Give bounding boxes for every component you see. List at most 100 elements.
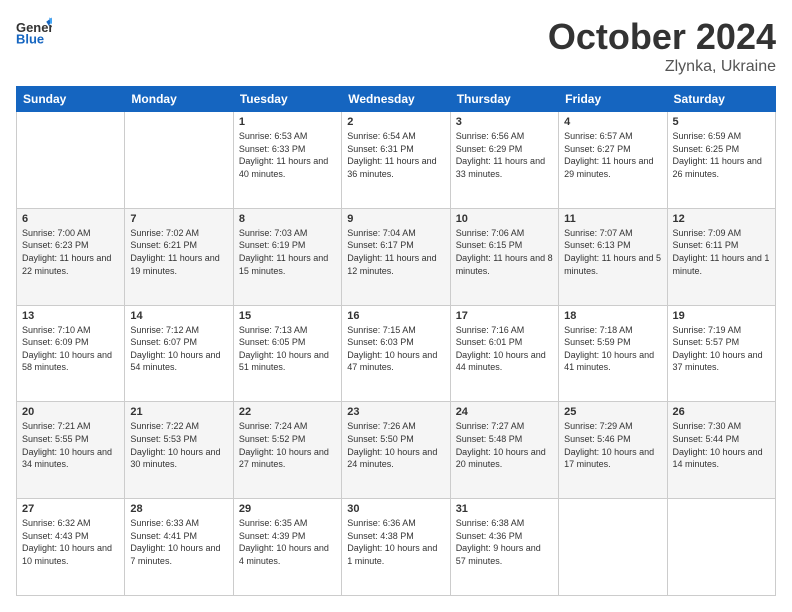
calendar-cell: 25 Sunrise: 7:29 AMSunset: 5:46 PMDayligh…	[559, 402, 667, 499]
cell-info: Sunrise: 7:16 AMSunset: 6:01 PMDaylight:…	[456, 324, 553, 374]
cell-info: Sunrise: 7:26 AMSunset: 5:50 PMDaylight:…	[347, 420, 444, 470]
calendar-cell: 5Sunrise: 6:59 AMSunset: 6:25 PMDaylight…	[667, 112, 775, 209]
calendar-cell: 1 Sunrise: 6:53 AMSunset: 6:33 PMDaylight…	[233, 112, 341, 209]
header: General Blue October 2024 Zlynka, Ukrain…	[16, 16, 776, 76]
cell-info: Sunrise: 7:29 AMSunset: 5:46 PMDaylight:…	[564, 420, 661, 470]
cell-info: Sunrise: 7:21 AMSunset: 5:55 PMDaylight:…	[22, 420, 119, 470]
title-block: October 2024 Zlynka, Ukraine	[548, 16, 776, 76]
cell-info: Sunrise: 7:09 AMSunset: 6:11 PMDaylight:…	[673, 227, 770, 277]
calendar-cell: 13 Sunrise: 7:10 AMSunset: 6:09 PMDayligh…	[17, 305, 125, 402]
day-number: 16	[347, 310, 444, 322]
day-header-wednesday: Wednesday	[342, 87, 450, 112]
day-number: 3	[456, 116, 553, 128]
cell-info: Sunrise: 7:27 AMSunset: 5:48 PMDaylight:…	[456, 420, 553, 470]
day-header-thursday: Thursday	[450, 87, 558, 112]
day-number: 23	[347, 406, 444, 418]
calendar-cell: 7Sunrise: 7:02 AMSunset: 6:21 PMDaylight…	[125, 208, 233, 305]
day-header-monday: Monday	[125, 87, 233, 112]
calendar-cell: 20 Sunrise: 7:21 AMSunset: 5:55 PMDayligh…	[17, 402, 125, 499]
day-number: 20	[22, 406, 119, 418]
calendar-table: SundayMondayTuesdayWednesdayThursdayFrid…	[16, 86, 776, 596]
week-row-2: 13 Sunrise: 7:10 AMSunset: 6:09 PMDayligh…	[17, 305, 776, 402]
cell-info: Sunrise: 6:56 AMSunset: 6:29 PMDaylight:…	[456, 130, 553, 180]
day-number: 1	[239, 116, 336, 128]
day-number: 26	[673, 406, 770, 418]
day-number: 28	[130, 503, 227, 515]
day-header-tuesday: Tuesday	[233, 87, 341, 112]
calendar-cell	[125, 112, 233, 209]
day-number: 25	[564, 406, 661, 418]
day-number: 14	[130, 310, 227, 322]
day-number: 8	[239, 213, 336, 225]
day-number: 9	[347, 213, 444, 225]
cell-info: Sunrise: 7:12 AMSunset: 6:07 PMDaylight:…	[130, 324, 227, 374]
location-title: Zlynka, Ukraine	[548, 58, 776, 76]
cell-info: Sunrise: 6:53 AMSunset: 6:33 PMDaylight:…	[239, 130, 336, 180]
calendar-cell: 6Sunrise: 7:00 AMSunset: 6:23 PMDaylight…	[17, 208, 125, 305]
week-row-4: 27Sunrise: 6:32 AMSunset: 4:43 PMDayligh…	[17, 499, 776, 596]
day-number: 6	[22, 213, 119, 225]
calendar-cell: 28 Sunrise: 6:33 AMSunset: 4:41 PMDayligh…	[125, 499, 233, 596]
calendar-cell: 14 Sunrise: 7:12 AMSunset: 6:07 PMDayligh…	[125, 305, 233, 402]
cell-info: Sunrise: 6:35 AMSunset: 4:39 PMDaylight:…	[239, 517, 336, 567]
calendar-cell	[667, 499, 775, 596]
calendar-cell: 12 Sunrise: 7:09 AMSunset: 6:11 PMDayligh…	[667, 208, 775, 305]
day-number: 11	[564, 213, 661, 225]
cell-info: Sunrise: 7:15 AMSunset: 6:03 PMDaylight:…	[347, 324, 444, 374]
cell-info: Sunrise: 6:38 AMSunset: 4:36 PMDaylight:…	[456, 517, 553, 567]
cell-info: Sunrise: 7:10 AMSunset: 6:09 PMDaylight:…	[22, 324, 119, 374]
cell-info: Sunrise: 6:33 AMSunset: 4:41 PMDaylight:…	[130, 517, 227, 567]
week-row-3: 20 Sunrise: 7:21 AMSunset: 5:55 PMDayligh…	[17, 402, 776, 499]
day-number: 15	[239, 310, 336, 322]
calendar-cell: 18Sunrise: 7:18 AMSunset: 5:59 PMDayligh…	[559, 305, 667, 402]
day-number: 21	[130, 406, 227, 418]
week-row-1: 6Sunrise: 7:00 AMSunset: 6:23 PMDaylight…	[17, 208, 776, 305]
cell-info: Sunrise: 7:13 AMSunset: 6:05 PMDaylight:…	[239, 324, 336, 374]
cell-info: Sunrise: 7:04 AMSunset: 6:17 PMDaylight:…	[347, 227, 444, 277]
day-number: 19	[673, 310, 770, 322]
day-number: 29	[239, 503, 336, 515]
calendar-cell: 24 Sunrise: 7:27 AMSunset: 5:48 PMDayligh…	[450, 402, 558, 499]
calendar-cell: 27Sunrise: 6:32 AMSunset: 4:43 PMDayligh…	[17, 499, 125, 596]
cell-info: Sunrise: 7:06 AMSunset: 6:15 PMDaylight:…	[456, 227, 553, 277]
svg-text:Blue: Blue	[16, 31, 44, 46]
day-number: 18	[564, 310, 661, 322]
cell-info: Sunrise: 7:24 AMSunset: 5:52 PMDaylight:…	[239, 420, 336, 470]
page: General Blue October 2024 Zlynka, Ukrain…	[0, 0, 792, 612]
cell-info: Sunrise: 7:22 AMSunset: 5:53 PMDaylight:…	[130, 420, 227, 470]
day-number: 30	[347, 503, 444, 515]
calendar-cell: 30 Sunrise: 6:36 AMSunset: 4:38 PMDayligh…	[342, 499, 450, 596]
calendar-cell: 19 Sunrise: 7:19 AMSunset: 5:57 PMDayligh…	[667, 305, 775, 402]
calendar-cell: 15 Sunrise: 7:13 AMSunset: 6:05 PMDayligh…	[233, 305, 341, 402]
cell-info: Sunrise: 7:19 AMSunset: 5:57 PMDaylight:…	[673, 324, 770, 374]
logo-icon: General Blue	[16, 16, 52, 52]
day-number: 31	[456, 503, 553, 515]
week-row-0: 1 Sunrise: 6:53 AMSunset: 6:33 PMDaylight…	[17, 112, 776, 209]
day-number: 12	[673, 213, 770, 225]
calendar-cell: 8 Sunrise: 7:03 AMSunset: 6:19 PMDaylight…	[233, 208, 341, 305]
day-number: 17	[456, 310, 553, 322]
day-number: 13	[22, 310, 119, 322]
cell-info: Sunrise: 7:07 AMSunset: 6:13 PMDaylight:…	[564, 227, 661, 277]
logo: General Blue	[16, 16, 52, 52]
cell-info: Sunrise: 7:03 AMSunset: 6:19 PMDaylight:…	[239, 227, 336, 277]
calendar-cell: 23 Sunrise: 7:26 AMSunset: 5:50 PMDayligh…	[342, 402, 450, 499]
day-number: 5	[673, 116, 770, 128]
calendar-cell: 9 Sunrise: 7:04 AMSunset: 6:17 PMDaylight…	[342, 208, 450, 305]
cell-info: Sunrise: 6:36 AMSunset: 4:38 PMDaylight:…	[347, 517, 444, 567]
calendar-cell: 2Sunrise: 6:54 AMSunset: 6:31 PMDaylight…	[342, 112, 450, 209]
day-header-friday: Friday	[559, 87, 667, 112]
day-header-sunday: Sunday	[17, 87, 125, 112]
day-header-saturday: Saturday	[667, 87, 775, 112]
calendar-cell: 10Sunrise: 7:06 AMSunset: 6:15 PMDayligh…	[450, 208, 558, 305]
day-number: 4	[564, 116, 661, 128]
calendar-cell: 3 Sunrise: 6:56 AMSunset: 6:29 PMDaylight…	[450, 112, 558, 209]
cell-info: Sunrise: 6:57 AMSunset: 6:27 PMDaylight:…	[564, 130, 661, 180]
day-number: 24	[456, 406, 553, 418]
cell-info: Sunrise: 7:02 AMSunset: 6:21 PMDaylight:…	[130, 227, 227, 277]
calendar-cell: 29 Sunrise: 6:35 AMSunset: 4:39 PMDayligh…	[233, 499, 341, 596]
day-number: 2	[347, 116, 444, 128]
cell-info: Sunrise: 7:30 AMSunset: 5:44 PMDaylight:…	[673, 420, 770, 470]
header-row: SundayMondayTuesdayWednesdayThursdayFrid…	[17, 87, 776, 112]
day-number: 27	[22, 503, 119, 515]
